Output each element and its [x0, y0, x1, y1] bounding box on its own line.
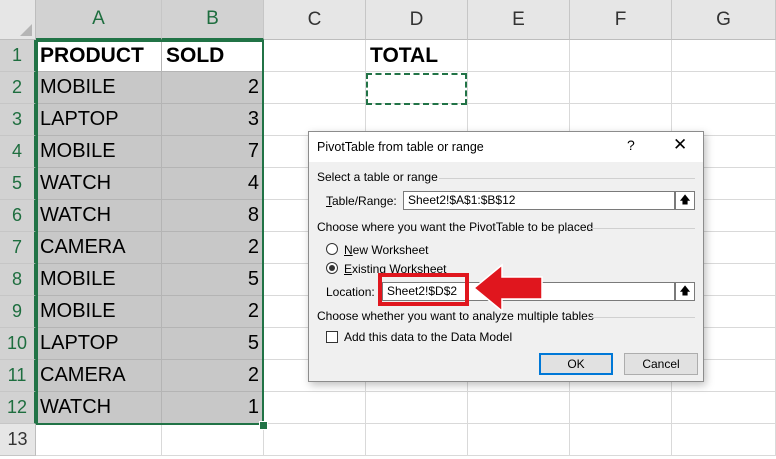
data-model-label[interactable]: Add this data to the Data Model — [344, 330, 512, 344]
cell-a3[interactable]: LAPTOP — [36, 104, 162, 136]
cell-f13[interactable] — [570, 424, 672, 456]
data-model-checkbox[interactable] — [326, 331, 338, 343]
cell-a7[interactable]: CAMERA — [36, 232, 162, 264]
cell-f2[interactable] — [570, 72, 672, 104]
column-header-c[interactable]: C — [264, 0, 366, 40]
close-icon[interactable]: ✕ — [673, 135, 687, 155]
row-header-1[interactable]: 1 — [0, 40, 36, 72]
cell-b1[interactable]: SOLD — [162, 40, 264, 72]
column-header-a[interactable]: A — [36, 0, 162, 40]
row-header-6[interactable]: 6 — [0, 200, 36, 232]
existing-worksheet-radio[interactable] — [326, 262, 338, 274]
new-worksheet-radio[interactable] — [326, 243, 338, 255]
cell-a10[interactable]: LAPTOP — [36, 328, 162, 360]
row-header-13[interactable]: 13 — [0, 424, 36, 456]
cell-b8[interactable]: 5 — [162, 264, 264, 296]
divider — [439, 178, 695, 179]
row-header-10[interactable]: 10 — [0, 328, 36, 360]
table-range-label: Table/Range: — [326, 194, 397, 208]
cell-g1[interactable] — [672, 40, 776, 72]
help-icon[interactable]: ? — [627, 137, 635, 153]
cell-a2[interactable]: MOBILE — [36, 72, 162, 104]
cell-c1[interactable] — [264, 40, 366, 72]
cell-f12[interactable] — [570, 392, 672, 424]
cell-b6[interactable]: 8 — [162, 200, 264, 232]
cell-a11[interactable]: CAMERA — [36, 360, 162, 392]
cell-b12[interactable]: 1 — [162, 392, 264, 424]
cell-e12[interactable] — [468, 392, 570, 424]
dialog-titlebar: PivotTable from table or range ? ✕ — [309, 132, 703, 162]
cell-a8[interactable]: MOBILE — [36, 264, 162, 296]
red-arrow-icon — [472, 263, 543, 313]
cell-b4[interactable]: 7 — [162, 136, 264, 168]
cell-b2[interactable]: 2 — [162, 72, 264, 104]
cell-g12[interactable] — [672, 392, 776, 424]
cancel-button[interactable]: Cancel — [624, 353, 698, 375]
cell-a1[interactable]: PRODUCT — [36, 40, 162, 72]
cell-d13[interactable] — [366, 424, 468, 456]
collapse-dialog-icon[interactable]: 🡅 — [675, 282, 695, 301]
cell-c12[interactable] — [264, 392, 366, 424]
new-worksheet-label[interactable]: New Worksheet — [344, 243, 428, 257]
row-header-12[interactable]: 12 — [0, 392, 36, 424]
cell-b10[interactable]: 5 — [162, 328, 264, 360]
cell-c2[interactable] — [264, 72, 366, 104]
cell-g13[interactable] — [672, 424, 776, 456]
cell-b7[interactable]: 2 — [162, 232, 264, 264]
cell-a4[interactable]: MOBILE — [36, 136, 162, 168]
cell-d1[interactable]: TOTAL — [366, 40, 468, 72]
ok-button[interactable]: OK — [539, 353, 613, 375]
divider — [591, 317, 695, 318]
cell-e2[interactable] — [468, 72, 570, 104]
cell-c13[interactable] — [264, 424, 366, 456]
location-highlight-box — [378, 273, 469, 306]
cell-a5[interactable]: WATCH — [36, 168, 162, 200]
column-header-e[interactable]: E — [468, 0, 570, 40]
divider — [589, 228, 695, 229]
pivottable-dialog: PivotTable from table or range ? ✕ Selec… — [308, 131, 704, 382]
collapse-dialog-icon[interactable]: 🡅 — [675, 191, 695, 210]
row-header-9[interactable]: 9 — [0, 296, 36, 328]
cell-e13[interactable] — [468, 424, 570, 456]
cell-d12[interactable] — [366, 392, 468, 424]
copy-marquee-d2 — [366, 73, 467, 105]
row-header-11[interactable]: 11 — [0, 360, 36, 392]
cell-g2[interactable] — [672, 72, 776, 104]
dialog-title: PivotTable from table or range — [317, 140, 484, 154]
cell-b11[interactable]: 2 — [162, 360, 264, 392]
cell-b5[interactable]: 4 — [162, 168, 264, 200]
column-header-f[interactable]: F — [570, 0, 672, 40]
cell-b13[interactable] — [162, 424, 264, 456]
row-header-5[interactable]: 5 — [0, 168, 36, 200]
location-label: Location: — [326, 285, 375, 299]
cell-a9[interactable]: MOBILE — [36, 296, 162, 328]
cell-a13[interactable] — [36, 424, 162, 456]
cell-a6[interactable]: WATCH — [36, 200, 162, 232]
section-select-table: Select a table or range — [317, 170, 438, 184]
column-header-g[interactable]: G — [672, 0, 776, 40]
cell-f1[interactable] — [570, 40, 672, 72]
row-header-8[interactable]: 8 — [0, 264, 36, 296]
cell-b9[interactable]: 2 — [162, 296, 264, 328]
fill-handle[interactable] — [259, 421, 268, 430]
column-header-b[interactable]: B — [162, 0, 264, 40]
row-header-2[interactable]: 2 — [0, 72, 36, 104]
row-header-7[interactable]: 7 — [0, 232, 36, 264]
section-placement: Choose where you want the PivotTable to … — [317, 220, 594, 234]
cell-b3[interactable]: 3 — [162, 104, 264, 136]
table-range-input[interactable]: Sheet2!$A$1:$B$12 — [403, 191, 675, 210]
row-header-4[interactable]: 4 — [0, 136, 36, 168]
section-multiple-tables: Choose whether you want to analyze multi… — [317, 309, 594, 323]
select-all-corner[interactable] — [0, 0, 36, 40]
column-header-d[interactable]: D — [366, 0, 468, 40]
cell-e1[interactable] — [468, 40, 570, 72]
row-header-3[interactable]: 3 — [0, 104, 36, 136]
cell-a12[interactable]: WATCH — [36, 392, 162, 424]
